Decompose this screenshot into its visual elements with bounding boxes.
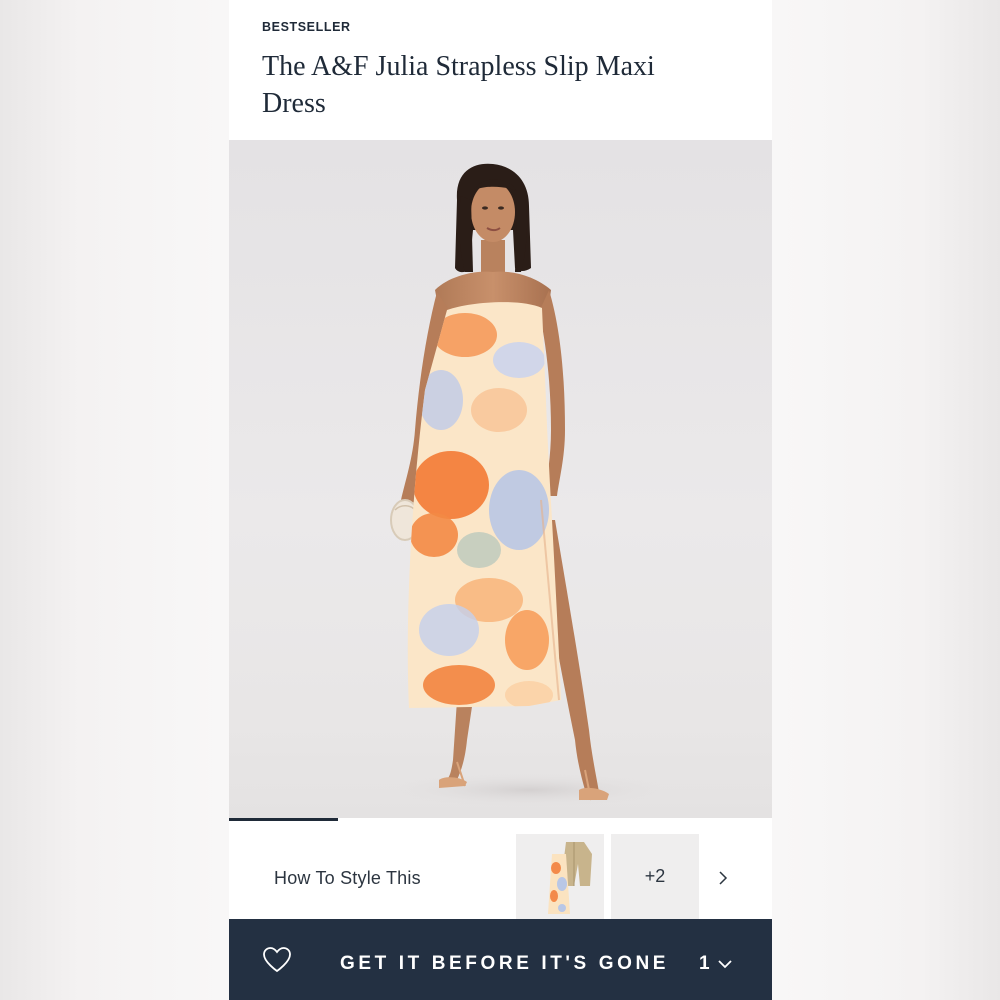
get-it-button[interactable]: GET IT BEFORE IT'S GONE (340, 953, 669, 975)
style-thumbnail[interactable] (516, 834, 604, 919)
chevron-down-icon (717, 959, 732, 968)
how-to-style-label: How To Style This (274, 868, 421, 888)
gallery-progress-fill (229, 818, 338, 821)
model-photo (379, 163, 679, 808)
product-title: The A&F Julia Strapless Slip Maxi Dress (262, 51, 655, 119)
heart-icon[interactable] (262, 946, 292, 979)
bestseller-badge: BESTSELLER (262, 20, 351, 34)
outfit-thumbnail-image (548, 842, 592, 914)
product-image[interactable] (229, 140, 772, 822)
more-looks-button[interactable]: +2 (611, 834, 699, 919)
add-to-bag-bar: GET IT BEFORE IT'S GONE 1 (229, 919, 772, 1000)
how-to-style-section[interactable]: How To Style This +2 (229, 822, 772, 919)
quantity-selector[interactable]: 1 (699, 953, 732, 975)
chevron-right-icon[interactable] (713, 868, 733, 888)
more-looks-count: +2 (644, 866, 666, 886)
product-page: BESTSELLER The A&F Julia Strapless Slip … (229, 0, 772, 1000)
product-header: BESTSELLER The A&F Julia Strapless Slip … (229, 0, 772, 140)
quantity-value: 1 (699, 953, 710, 974)
